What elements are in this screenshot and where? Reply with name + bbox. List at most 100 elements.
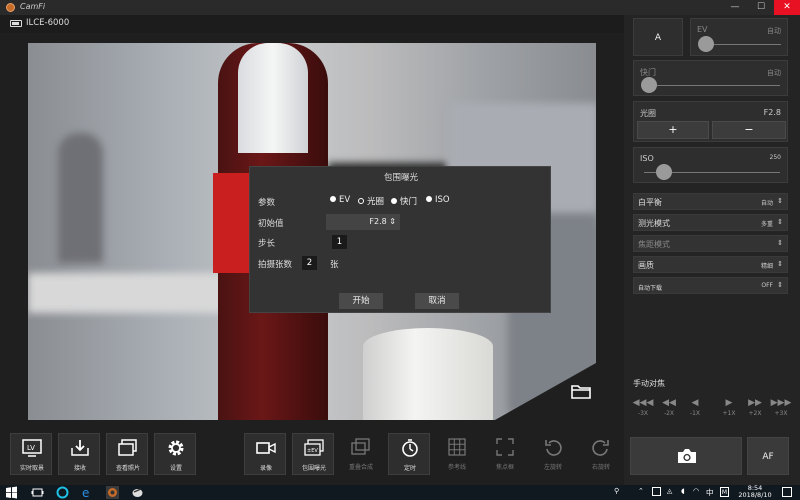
radio-aperture[interactable]: 光圈 xyxy=(358,195,384,207)
ime-indicator[interactable]: 中 xyxy=(706,487,714,498)
white-balance-row[interactable]: 白平衡 自动 ⇕ xyxy=(633,193,788,210)
shutter-slider-track[interactable] xyxy=(644,85,780,86)
focus-mode-row[interactable]: 焦距模式 ⇕ xyxy=(633,235,788,252)
shutter-slider-knob[interactable] xyxy=(641,77,657,93)
timer-icon xyxy=(402,439,418,457)
select-arrows-icon: ⇕ xyxy=(777,281,783,289)
focus-plus-2x-button[interactable]: ▶▶ +2X xyxy=(742,397,768,421)
device-bar xyxy=(0,15,624,33)
timer-button[interactable]: 定时 xyxy=(388,433,430,475)
radio-ev[interactable]: EV xyxy=(330,195,350,205)
camfi-taskbar-icon[interactable] xyxy=(106,486,119,499)
focus-plus-3x-button[interactable]: ▶▶▶ +3X xyxy=(768,397,794,421)
minimize-button[interactable]: — xyxy=(722,0,748,15)
bracketing-button[interactable]: ±EV 包围曝光 xyxy=(292,433,334,475)
bracketing-label: 包围曝光 xyxy=(301,465,326,472)
image-quality-value: 精细 xyxy=(760,263,773,270)
rewind-1-icon: ◀ xyxy=(691,398,699,408)
focus-minus-2x-label: -2X xyxy=(663,410,675,417)
dialog-title: 包围曝光 xyxy=(383,173,418,183)
aperture-value: F2.8 xyxy=(763,108,781,117)
ev-control: EV 自动 xyxy=(690,18,788,56)
edge-browser-icon[interactable]: e xyxy=(81,486,94,499)
metering-mode-label: 测光模式 xyxy=(638,219,670,228)
focus-minus-1x-button[interactable]: ◀ -1X xyxy=(682,397,708,421)
image-quality-row[interactable]: 画质 精细 ⇕ xyxy=(633,256,788,273)
folder-icon[interactable] xyxy=(571,383,591,399)
settings-label: 设置 xyxy=(169,465,182,472)
focus-frame-button[interactable]: 焦点框 xyxy=(484,433,526,475)
iso-value: 250 xyxy=(769,154,781,161)
input-mode-icon[interactable]: M xyxy=(720,487,729,497)
liveview-button[interactable]: LV 实时取景 xyxy=(10,433,52,475)
rotate-left-button[interactable]: 左旋转 xyxy=(532,433,574,475)
select-arrows-icon: ⇕ xyxy=(777,218,783,226)
ev-auto-label: 自动 xyxy=(767,27,781,35)
record-video-button[interactable]: 录像 xyxy=(244,433,286,475)
svg-text:e: e xyxy=(82,486,89,499)
iso-slider-knob[interactable] xyxy=(656,164,672,180)
chevron-up-icon[interactable]: ⌃ xyxy=(638,487,644,495)
photos-icon xyxy=(118,439,137,456)
tray-icon[interactable] xyxy=(652,487,661,496)
mode-button[interactable]: A xyxy=(633,18,683,56)
radio-shutter[interactable]: 快门 xyxy=(391,195,417,207)
radio-iso-label: ISO xyxy=(435,195,450,205)
start-button[interactable]: 开始 xyxy=(339,293,383,309)
image-quality-label: 画质 xyxy=(638,261,654,270)
ev-slider-knob[interactable] xyxy=(698,36,714,52)
taskbar xyxy=(0,485,800,500)
auto-download-row[interactable]: 自动下载 OFF ⇕ xyxy=(633,277,788,294)
forward-2-icon: ▶▶ xyxy=(748,398,762,408)
step-input[interactable]: 1 xyxy=(332,235,347,249)
overlay-button[interactable]: 重叠合成 xyxy=(340,433,382,475)
view-photos-button[interactable]: 查看照片 xyxy=(106,433,148,475)
volume-icon[interactable]: ◖ xyxy=(681,487,685,495)
focus-plus-3x-label: +3X xyxy=(774,410,788,417)
task-view-icon[interactable] xyxy=(31,486,44,499)
grid-lines-button[interactable]: 参考线 xyxy=(436,433,478,475)
title-bar xyxy=(0,0,800,15)
focus-minus-2x-button[interactable]: ◀◀ -2X xyxy=(656,397,682,421)
bracketing-icon: ±EV xyxy=(304,439,324,456)
rotate-right-button[interactable]: 右旋转 xyxy=(580,433,622,475)
battery-icon xyxy=(10,20,22,27)
white-balance-label: 白平衡 xyxy=(638,198,662,207)
cancel-button[interactable]: 取消 xyxy=(415,293,459,309)
metering-mode-value: 多重 xyxy=(760,221,773,228)
radio-ev-label: EV xyxy=(339,195,351,205)
clock[interactable]: 8:54 2018/8/10 xyxy=(735,485,775,499)
settings-button[interactable]: 设置 xyxy=(154,433,196,475)
start-value-select[interactable]: F2.8 ⇕ xyxy=(326,214,400,230)
focus-minus-1x-label: -1X xyxy=(689,410,701,417)
shutter-button[interactable] xyxy=(630,437,742,475)
rewind-3-icon: ◀◀◀ xyxy=(632,398,654,408)
camera-icon xyxy=(678,449,696,463)
maximize-button[interactable]: ☐ xyxy=(748,0,774,15)
shutter-control: 快门 自动 xyxy=(633,60,788,96)
network-icon[interactable]: ◬ xyxy=(667,487,672,495)
count-input[interactable]: 2 xyxy=(302,256,317,270)
clock-date: 2018/8/10 xyxy=(738,491,772,499)
close-button[interactable]: ✕ xyxy=(774,0,800,15)
receive-button[interactable]: 接收 xyxy=(58,433,100,475)
notifications-icon[interactable] xyxy=(782,487,792,497)
aperture-minus-button[interactable]: − xyxy=(712,121,786,139)
wifi-icon[interactable]: ◠ xyxy=(693,487,699,495)
app-icon[interactable] xyxy=(131,486,144,499)
aperture-plus-button[interactable]: + xyxy=(637,121,709,139)
manual-focus-title: 手动对焦 xyxy=(633,379,665,388)
radio-iso[interactable]: ISO xyxy=(426,195,450,205)
people-icon[interactable]: ⚲ xyxy=(614,487,619,495)
select-arrows-icon: ⇕ xyxy=(777,239,783,247)
app-icon[interactable] xyxy=(56,486,69,499)
focus-frame-icon xyxy=(496,438,514,456)
metering-mode-row[interactable]: 测光模式 多重 ⇕ xyxy=(633,214,788,231)
windows-start-icon[interactable] xyxy=(5,486,18,499)
radio-shutter-label: 快门 xyxy=(400,197,418,207)
focus-plus-1x-button[interactable]: ▶ +1X xyxy=(716,397,742,421)
af-button[interactable]: AF xyxy=(747,437,789,475)
focus-minus-3x-button[interactable]: ◀◀◀ -3X xyxy=(630,397,656,421)
receive-label: 接收 xyxy=(73,465,86,472)
grid-icon xyxy=(448,438,466,456)
